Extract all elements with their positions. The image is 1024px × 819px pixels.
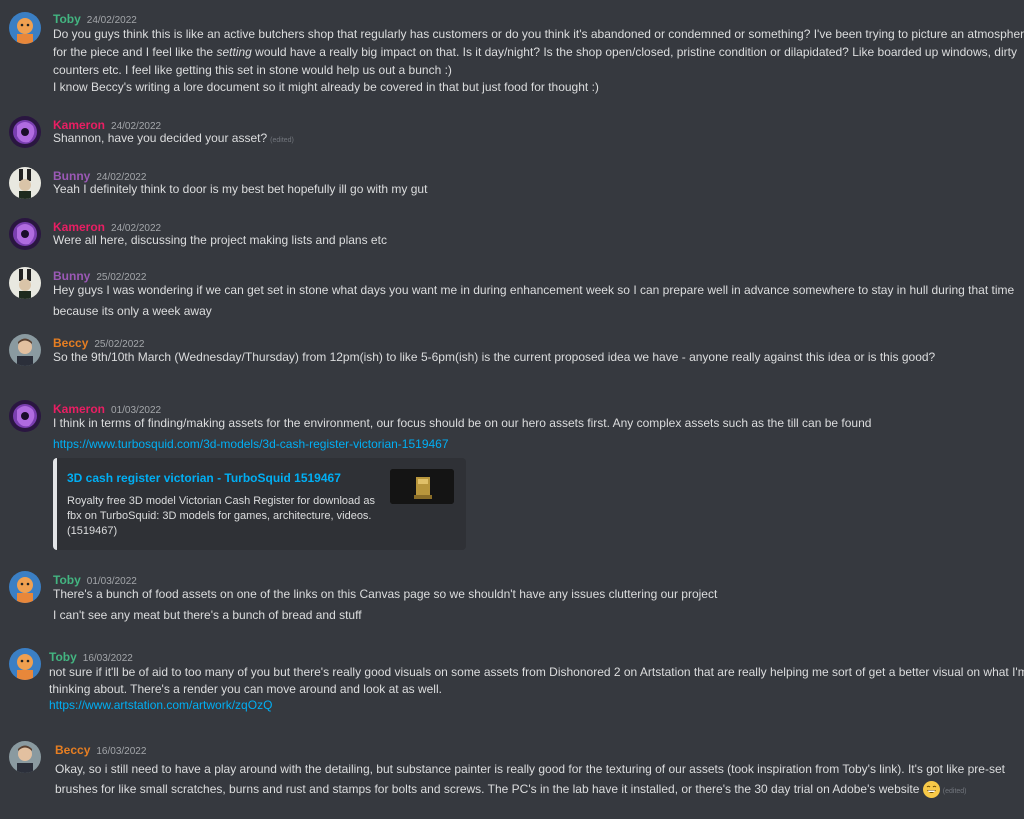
embed-description: Royalty free 3D model Victorian Cash Reg… — [67, 495, 375, 537]
message-text: Hey guys I was wondering if we can get s… — [53, 283, 1015, 297]
timestamp: 16/03/2022 — [96, 746, 147, 757]
message-text: thinking about. There's a render you can… — [49, 682, 442, 696]
author-name[interactable]: Bunny — [53, 269, 90, 283]
embed-title[interactable]: 3D cash register victorian - TurboSquid … — [67, 471, 341, 485]
message-text: Yeah I definitely think to door is my be… — [53, 182, 428, 196]
message-link: https://www.artstation.com/artwork/zqOzQ — [49, 697, 272, 714]
message-text: brushes for like small scratches, burns … — [55, 781, 967, 800]
kameron-avatar-icon[interactable] — [9, 400, 41, 432]
timestamp: 16/03/2022 — [82, 653, 133, 664]
turbosquid-link[interactable]: https://www.turbosquid.com/3d-models/3d-… — [53, 437, 449, 451]
message-text: There's a bunch of food assets on one of… — [53, 587, 718, 601]
kameron-avatar-icon[interactable] — [9, 218, 41, 250]
toby-avatar-icon[interactable] — [9, 571, 41, 603]
message-text: So the 9th/10th March (Wednesday/Thursda… — [53, 350, 936, 364]
message-text: Do you guys think this is like an active… — [53, 27, 1024, 41]
message-header: Beccy 16/03/2022 — [55, 741, 146, 759]
message-text: I can't see any meat but there's a bunch… — [53, 608, 362, 622]
toby-avatar-icon[interactable] — [9, 12, 41, 44]
kameron-avatar-icon[interactable] — [9, 116, 41, 148]
author-name[interactable]: Beccy — [55, 743, 90, 757]
author-name[interactable]: Kameron — [53, 402, 105, 416]
message-text: Okay, so i still need to have a play aro… — [55, 762, 1005, 776]
artstation-link[interactable]: https://www.artstation.com/artwork/zqOzQ — [49, 698, 272, 712]
link-embed: 3D cash register victorian - TurboSquid … — [53, 458, 466, 550]
message-link: https://www.turbosquid.com/3d-models/3d-… — [53, 436, 449, 453]
edited-tag: (edited) — [270, 137, 294, 144]
message-text: I think in terms of finding/making asset… — [53, 416, 872, 430]
grinning-emoji-icon — [922, 781, 940, 799]
author-name[interactable]: Toby — [53, 573, 81, 587]
bunny-avatar-icon[interactable] — [9, 267, 41, 299]
message-text: counters etc. I feel like getting this s… — [53, 63, 452, 77]
author-name[interactable]: Toby — [53, 12, 81, 26]
message-text: not sure if it'll be of aid to too many … — [49, 665, 1024, 679]
message-text: because its only a week away — [53, 304, 212, 318]
toby-avatar-icon[interactable] — [9, 648, 41, 680]
message-text: Shannon, have you decided your asset? (ed… — [53, 131, 294, 145]
message-text: I know Beccy's writing a lore document s… — [53, 80, 599, 94]
beccy-avatar-icon[interactable] — [9, 741, 41, 773]
message-text: Were all here, discussing the project ma… — [53, 233, 387, 247]
author-name[interactable]: Toby — [49, 650, 77, 664]
author-name[interactable]: Beccy — [53, 336, 88, 350]
message-text: for the piece and I feel like the settin… — [53, 45, 1017, 59]
bunny-avatar-icon[interactable] — [9, 167, 41, 199]
cash-register-thumbnail-icon[interactable] — [390, 469, 454, 504]
beccy-avatar-icon[interactable] — [9, 334, 41, 366]
edited-tag: (edited) — [942, 788, 967, 795]
timestamp: 24/02/2022 — [86, 15, 137, 26]
